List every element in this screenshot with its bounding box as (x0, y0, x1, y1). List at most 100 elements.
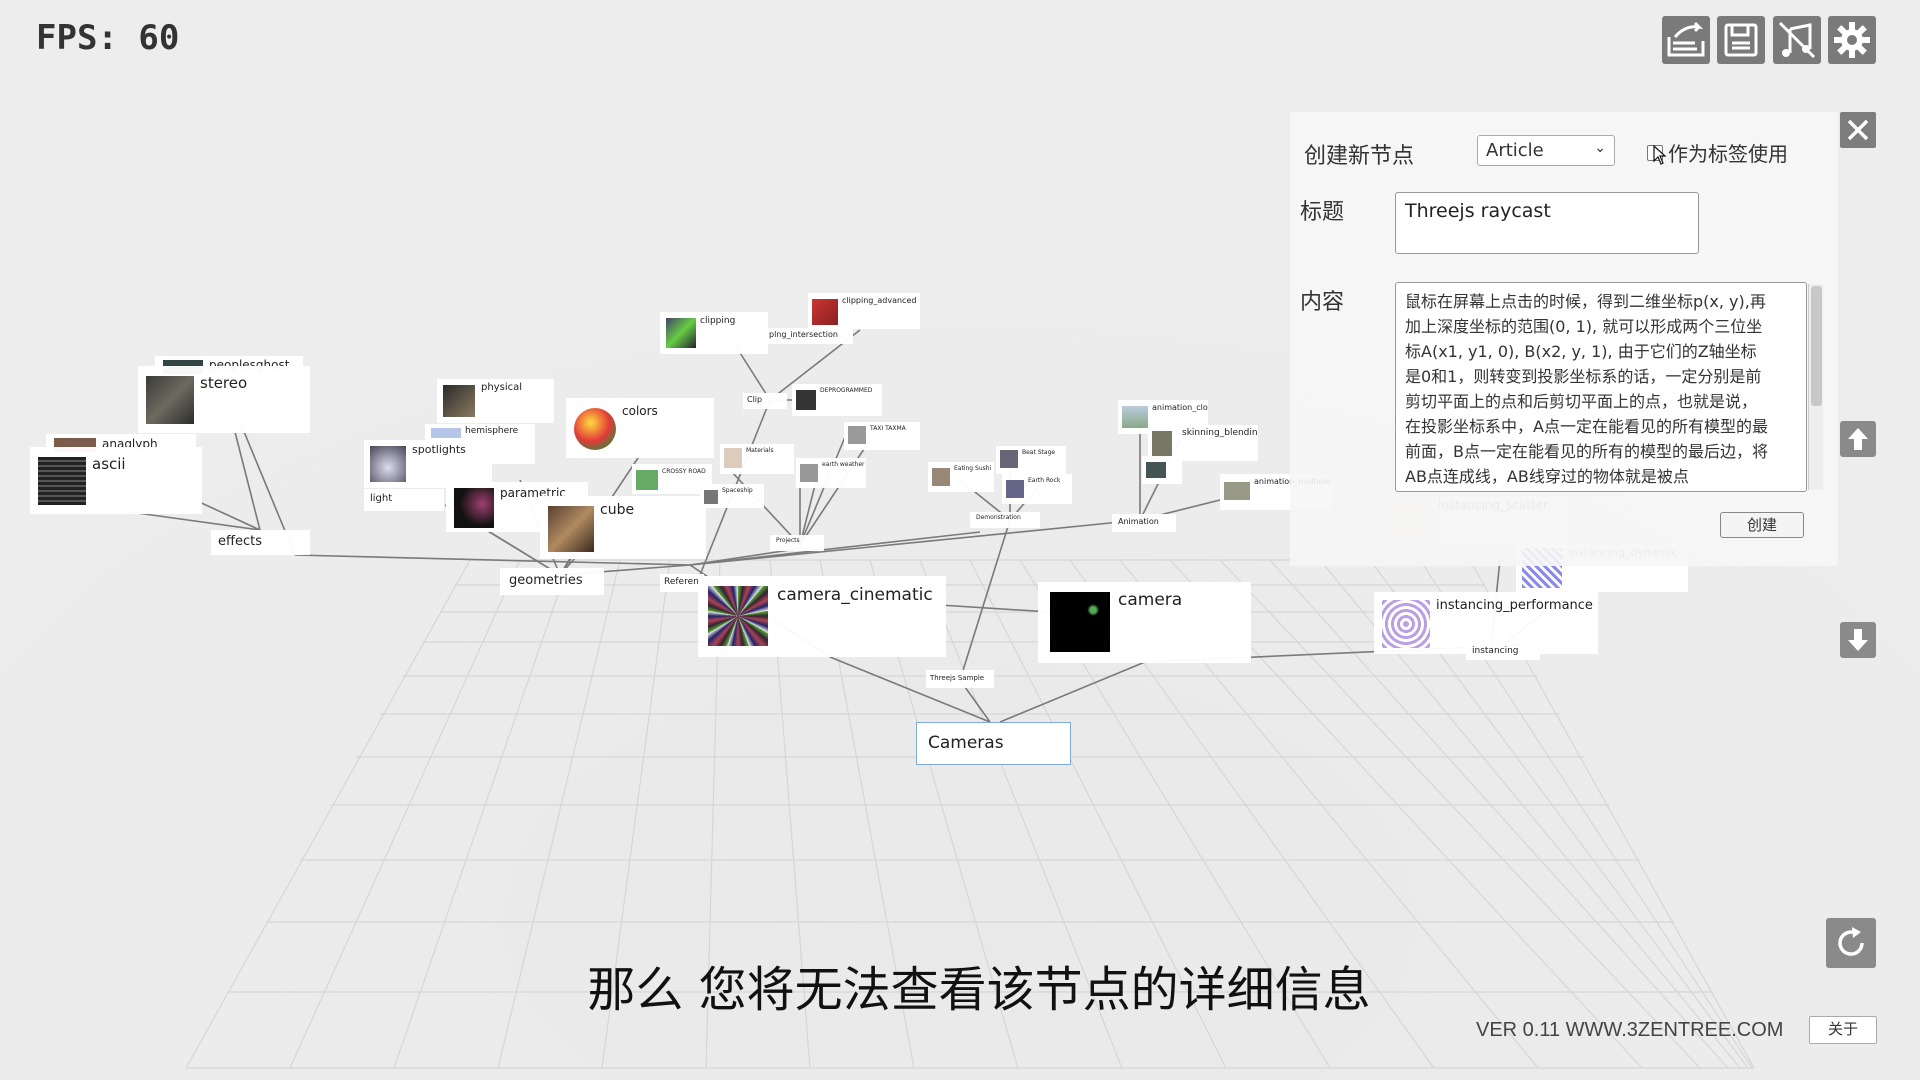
node-thumbnail (443, 385, 475, 417)
node-type-value: Article (1486, 140, 1544, 161)
node-earth-rock[interactable]: Earth Rock (1002, 474, 1072, 504)
chevron-down-icon: ⌄ (1594, 140, 1606, 156)
node-label: Beat Stage (1022, 449, 1056, 456)
node-label: TAXI TAXMA (870, 425, 906, 432)
node-clipping[interactable]: clipping (660, 312, 768, 354)
node-label: CROSSY ROAD (662, 468, 706, 475)
node-instancing[interactable]: instancing (1466, 646, 1540, 660)
node-thumbnail (796, 390, 816, 410)
node-thumbnail (1382, 600, 1430, 648)
node-thumbnail (848, 426, 866, 444)
content-scrollbar[interactable] (1808, 284, 1823, 490)
node-thumbnail (1006, 480, 1024, 498)
node-camera[interactable]: camera (1038, 582, 1251, 663)
about-button[interactable]: 关于 (1809, 1016, 1877, 1044)
node-thumbnail (636, 470, 658, 490)
node-label: physical (481, 382, 522, 393)
node-thumbnail (932, 468, 950, 486)
node-label: ascii (92, 455, 126, 473)
node-thumbnail (666, 318, 696, 348)
node-colors[interactable]: colors (566, 398, 714, 458)
create-button[interactable]: 创建 (1720, 512, 1804, 538)
node-clip[interactable]: Clip (743, 393, 787, 409)
node-label: DEPROGRAMMED (820, 387, 873, 394)
node-eating-sushi[interactable]: Eating Sushi (928, 462, 994, 492)
node-spotlights[interactable]: spotlights (364, 440, 492, 488)
node-thumbnail (1000, 450, 1018, 468)
settings-button[interactable] (1828, 16, 1876, 64)
node-label: effects (218, 534, 262, 549)
node-label: Spaceship (722, 487, 753, 494)
node-label: Eating Sushi (954, 465, 992, 472)
node-thumbnail (1146, 462, 1166, 478)
move-up-button[interactable] (1840, 421, 1876, 457)
node-beat-stage[interactable]: Beat Stage (996, 446, 1066, 474)
node-label: light (370, 493, 393, 504)
node-thumbnail (1050, 592, 1110, 652)
cursor-pointer-icon (1653, 145, 1667, 165)
node-physical[interactable]: physical (437, 379, 554, 423)
video-subtitle: 那么 您将无法查看该节点的详细信息 (587, 962, 1371, 1018)
title-field[interactable]: Threejs raycast (1395, 192, 1699, 254)
node-label: Cameras (928, 733, 1004, 753)
node-thumbnail (724, 448, 742, 468)
node-ascii[interactable]: ascii (30, 447, 202, 514)
content-field[interactable]: 鼠标在屏幕上点击的时候，得到二维坐标p(x, y),再加上深度坐标的范围(0, … (1395, 282, 1807, 492)
node-label: clipping (700, 316, 736, 326)
node-label: Referen (664, 577, 699, 587)
node-label: plng_intersection (769, 330, 838, 339)
node-light[interactable]: light (364, 489, 444, 511)
node-label: hemisphere (465, 426, 519, 436)
node-geometries[interactable]: geometries (500, 568, 604, 595)
node-label: instancing_performance (1436, 598, 1593, 613)
music-toggle-button[interactable] (1773, 16, 1821, 64)
node-pattern[interactable]: earth weather (796, 458, 866, 488)
title-label: 标题 (1300, 200, 1345, 225)
node-label: animation_cloth (1152, 403, 1208, 412)
music-off-icon (1778, 21, 1816, 59)
save-button[interactable] (1717, 16, 1765, 64)
node-deprogrammed[interactable]: DEPROGRAMMED (792, 384, 882, 416)
arrow-up-icon (1848, 428, 1868, 450)
node-materials[interactable]: Materials (720, 444, 794, 474)
content-label: 内容 (1300, 290, 1345, 315)
node-taxi[interactable]: TAXI TAXMA (844, 422, 920, 450)
gear-icon (1834, 22, 1870, 58)
node-label: Threejs Sample (930, 674, 985, 682)
arrow-down-icon (1848, 629, 1868, 651)
node-plng-intersection[interactable]: plng_intersection (765, 328, 853, 344)
node-thumbnail (800, 464, 818, 482)
close-panel-button[interactable] (1840, 112, 1876, 148)
node-cube[interactable]: cube (540, 496, 706, 559)
node-label: Earth Rock (1028, 477, 1061, 484)
node-projects[interactable]: Projects (770, 535, 824, 551)
scrollbar-thumb[interactable] (1811, 286, 1822, 406)
node-label: cube (600, 502, 635, 518)
node-label: camera_cinematic (777, 585, 933, 605)
panel-heading: 创建新节点 (1304, 144, 1415, 169)
node-stereo[interactable]: stereo (138, 366, 310, 433)
node-thumbnail (146, 376, 194, 424)
node-cameras[interactable]: Cameras (916, 722, 1071, 765)
fps-counter: FPS: 60 (36, 18, 180, 58)
node-animation[interactable]: Animation (1112, 514, 1176, 532)
node-thumbnail (1224, 482, 1250, 500)
node-spaceship[interactable]: Spaceship (700, 484, 764, 508)
node-label: Materials (746, 447, 774, 454)
node-effects[interactable]: effects (211, 530, 310, 555)
node-camera-cinematic[interactable]: camera_cinematic (698, 576, 946, 657)
close-icon (1847, 119, 1869, 141)
node-label: spotlights (412, 443, 466, 456)
node-label: Demonstration (976, 514, 1021, 521)
load-button[interactable] (1662, 16, 1710, 64)
node-type-select[interactable]: Article ⌄ (1477, 135, 1615, 166)
node-threejs-sample[interactable]: Threejs Sample (926, 670, 994, 688)
node-thumbnail (454, 488, 494, 528)
node-demonstration[interactable]: Demonstration (970, 512, 1040, 528)
move-down-button[interactable] (1840, 622, 1876, 658)
node-label: instancing (1472, 646, 1519, 656)
create-node-panel: 创建新节点 Article ⌄ 作为标签使用 标题 Threejs raycas… (1290, 112, 1838, 566)
node-clipping-advanced[interactable]: clipping_advanced (808, 293, 920, 329)
node-instancing-performance[interactable]: instancing_performance (1374, 592, 1598, 654)
node-animation-small[interactable] (1142, 456, 1182, 484)
